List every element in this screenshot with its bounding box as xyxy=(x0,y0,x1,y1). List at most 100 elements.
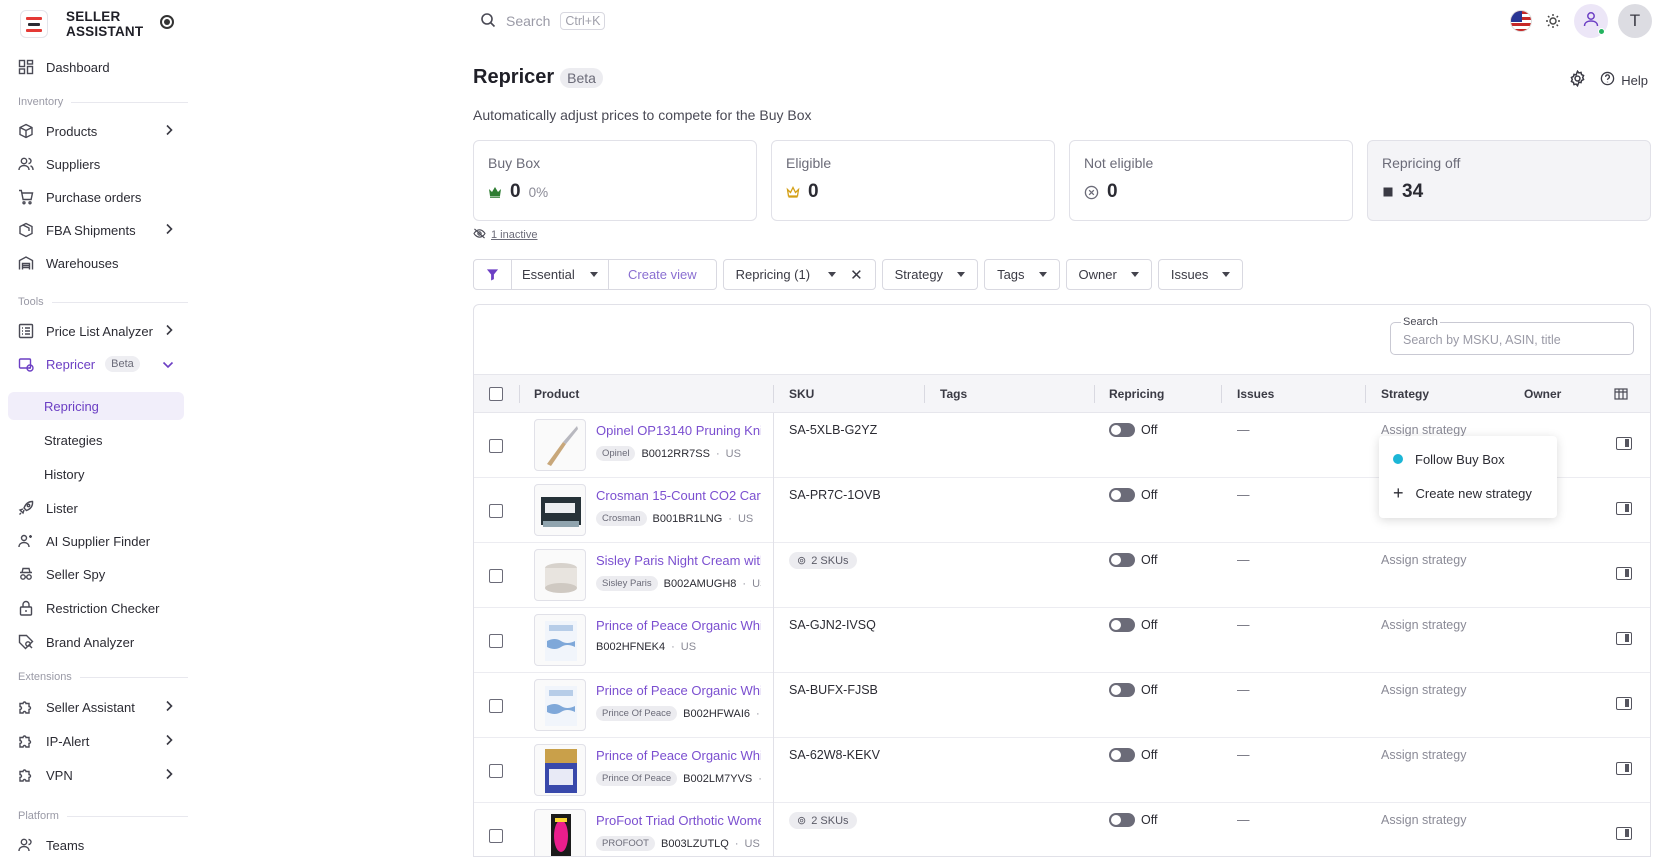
row-checkbox[interactable] xyxy=(489,569,503,583)
brand[interactable]: SELLER ASSISTANT xyxy=(20,6,190,42)
sidebar-item-ai-supplier-finder[interactable]: AI Supplier Finder xyxy=(8,526,184,556)
assign-strategy-select[interactable]: Assign strategy xyxy=(1381,748,1466,762)
column-header-repricing[interactable]: Repricing xyxy=(1109,387,1164,401)
assign-strategy-select[interactable]: Assign strategy xyxy=(1381,423,1466,437)
card-eligible[interactable]: Eligible 0 xyxy=(771,140,1055,221)
column-divider[interactable] xyxy=(773,385,774,403)
toggle-switch[interactable] xyxy=(1109,748,1135,762)
sidebar-item-restriction-checker[interactable]: Restriction Checker xyxy=(8,593,184,623)
filter-issues[interactable]: Issues xyxy=(1157,259,1244,290)
inactive-filter[interactable]: 1 inactive xyxy=(473,228,537,242)
assign-strategy-select[interactable]: Assign strategy xyxy=(1381,553,1466,567)
column-divider[interactable] xyxy=(924,385,925,403)
sidebar-item-lister[interactable]: Lister xyxy=(8,493,184,523)
repricing-toggle[interactable]: Off xyxy=(1109,488,1157,502)
toggle-switch[interactable] xyxy=(1109,618,1135,632)
repricing-toggle[interactable]: Off xyxy=(1109,423,1157,437)
table-row[interactable]: Prince of Peace Organic White Tea B002HF… xyxy=(474,608,1650,673)
global-search[interactable]: Search Ctrl+K xyxy=(480,10,606,32)
sidebar-item-teams[interactable]: Teams xyxy=(8,830,184,857)
toggle-switch[interactable] xyxy=(1109,813,1135,827)
row-checkbox[interactable] xyxy=(489,764,503,778)
filter-strategy[interactable]: Strategy xyxy=(881,259,979,290)
help-button[interactable]: Help xyxy=(1600,71,1648,89)
menu-item-follow-buy-box[interactable]: Follow Buy Box xyxy=(1379,442,1557,476)
product-title-link[interactable]: ProFoot Triad Orthotic Women xyxy=(596,813,761,828)
sidebar-item-purchase-orders[interactable]: Purchase orders xyxy=(8,182,184,212)
column-divider[interactable] xyxy=(1365,385,1366,403)
filter-repricing[interactable]: Repricing (1) ✕ xyxy=(722,259,876,290)
repricing-toggle[interactable]: Off xyxy=(1109,813,1157,827)
column-header-owner[interactable]: Owner xyxy=(1524,387,1561,401)
column-header-product[interactable]: Product xyxy=(534,387,579,401)
sidebar-item-repricer[interactable]: Repricer Beta xyxy=(8,349,184,379)
assign-strategy-select[interactable]: Assign strategy xyxy=(1381,618,1466,632)
product-title-link[interactable]: Prince of Peace Organic White Tea xyxy=(596,618,761,633)
table-row[interactable]: Sisley Paris Night Cream with Sisley Par… xyxy=(474,543,1650,608)
sidebar-item-history[interactable]: History xyxy=(8,460,184,488)
side-panel-icon[interactable] xyxy=(1616,567,1632,580)
us-flag-icon[interactable] xyxy=(1510,10,1532,32)
side-panel-icon[interactable] xyxy=(1616,762,1632,775)
sidebar-toggle-icon[interactable] xyxy=(160,15,174,29)
column-header-issues[interactable]: Issues xyxy=(1237,387,1274,401)
side-panel-icon[interactable] xyxy=(1616,827,1632,840)
filter-tags[interactable]: Tags xyxy=(984,259,1060,290)
assign-strategy-select[interactable]: Assign strategy xyxy=(1381,813,1466,827)
sidebar-item-ip-alert[interactable]: IP-Alert xyxy=(8,726,184,756)
column-divider[interactable] xyxy=(1094,385,1095,403)
product-thumbnail[interactable] xyxy=(534,679,586,731)
toggle-switch[interactable] xyxy=(1109,683,1135,697)
product-title-link[interactable]: Prince of Peace Organic White Tea xyxy=(596,683,761,698)
sidebar-item-seller-assistant[interactable]: Seller Assistant xyxy=(8,692,184,722)
columns-settings-icon[interactable] xyxy=(1614,388,1628,403)
product-title-link[interactable]: Prince of Peace Organic White Tea xyxy=(596,748,761,763)
sidebar-item-price-list-analyzer[interactable]: Price List Analyzer xyxy=(8,316,184,346)
sidebar-item-warehouses[interactable]: Warehouses xyxy=(8,248,184,278)
avatar[interactable]: T xyxy=(1618,4,1652,38)
multi-sku-badge[interactable]: ⊚ 2 SKUs xyxy=(789,552,857,569)
sidebar-item-seller-spy[interactable]: Seller Spy xyxy=(8,559,184,589)
table-row[interactable]: Prince of Peace Organic White Tea Prince… xyxy=(474,738,1650,803)
product-title-link[interactable]: Crosman 15-Count CO2 Cartridges xyxy=(596,488,761,503)
side-panel-icon[interactable] xyxy=(1616,437,1632,450)
table-row[interactable]: Prince of Peace Organic White Tea Prince… xyxy=(474,673,1650,738)
view-dropdown[interactable]: Essential xyxy=(511,260,608,289)
column-header-strategy[interactable]: Strategy xyxy=(1381,387,1429,401)
toggle-switch[interactable] xyxy=(1109,553,1135,567)
sidebar-item-brand-analyzer[interactable]: Brand Analyzer xyxy=(8,627,184,657)
account-button[interactable] xyxy=(1574,4,1608,38)
toggle-switch[interactable] xyxy=(1109,423,1135,437)
toggle-switch[interactable] xyxy=(1109,488,1135,502)
repricing-toggle[interactable]: Off xyxy=(1109,553,1157,567)
sidebar-item-fba-shipments[interactable]: FBA Shipments xyxy=(8,215,184,245)
multi-sku-badge[interactable]: ⊚ 2 SKUs xyxy=(789,812,857,829)
filter-funnel-icon[interactable] xyxy=(474,260,511,289)
table-search-input[interactable]: Search Search by MSKU, ASIN, title xyxy=(1390,316,1634,355)
sidebar-item-dashboard[interactable]: Dashboard xyxy=(8,52,184,82)
filter-owner[interactable]: Owner xyxy=(1065,259,1152,290)
row-checkbox[interactable] xyxy=(489,829,503,843)
repricing-toggle[interactable]: Off xyxy=(1109,748,1157,762)
card-buy-box[interactable]: Buy Box 0 0% xyxy=(473,140,757,221)
theme-toggle-icon[interactable] xyxy=(1542,10,1564,32)
repricing-toggle[interactable]: Off xyxy=(1109,618,1157,632)
row-checkbox[interactable] xyxy=(489,634,503,648)
product-thumbnail[interactable] xyxy=(534,809,586,856)
clear-filter-x-icon[interactable]: ✕ xyxy=(850,266,863,284)
product-title-link[interactable]: Opinel OP13140 Pruning Knife xyxy=(596,423,761,438)
table-row[interactable]: ProFoot Triad Orthotic Women PROFOOT B003… xyxy=(474,803,1650,856)
product-thumbnail[interactable] xyxy=(534,484,586,536)
column-header-sku[interactable]: SKU xyxy=(789,387,814,401)
assign-strategy-select[interactable]: Assign strategy xyxy=(1381,683,1466,697)
menu-item-create-new-strategy[interactable]: + Create new strategy xyxy=(1379,476,1557,510)
product-thumbnail[interactable] xyxy=(534,614,586,666)
repricing-toggle[interactable]: Off xyxy=(1109,683,1157,697)
row-checkbox[interactable] xyxy=(489,699,503,713)
side-panel-icon[interactable] xyxy=(1616,632,1632,645)
select-all-checkbox[interactable] xyxy=(489,387,503,401)
product-title-link[interactable]: Sisley Paris Night Cream with xyxy=(596,553,761,568)
sidebar-item-products[interactable]: Products xyxy=(8,116,184,146)
row-checkbox[interactable] xyxy=(489,504,503,518)
card-not-eligible[interactable]: Not eligible 0 xyxy=(1069,140,1353,221)
